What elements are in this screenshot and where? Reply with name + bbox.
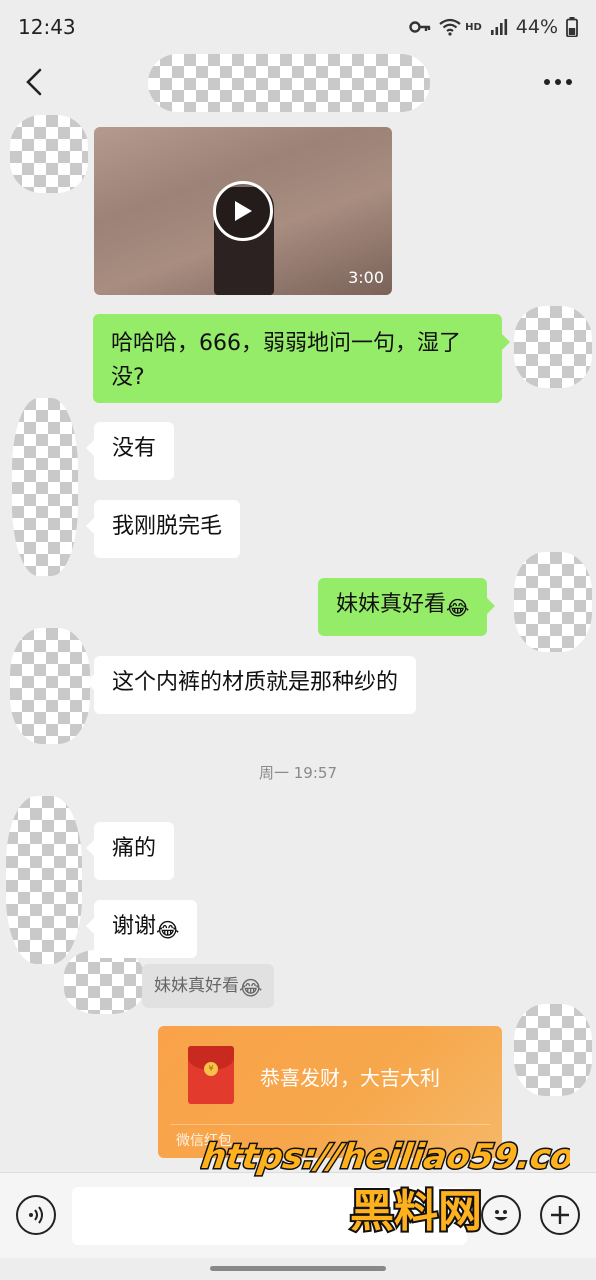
message-text: 痛的	[112, 836, 157, 861]
message-text: 这个内裤的材质就是那种纱的	[112, 670, 399, 695]
message-incoming[interactable]: 谢谢😂	[85, 900, 198, 958]
message-text: 没有	[112, 436, 157, 461]
message-outgoing[interactable]: 哈哈哈，666，弱弱地问一句，湿了没?	[93, 314, 510, 403]
signal-icon	[490, 19, 507, 35]
battery-percent: 44%	[515, 16, 558, 38]
message-outgoing[interactable]: 妹妹真好看😂	[318, 578, 496, 636]
chevron-left-icon	[26, 68, 42, 96]
watermark-name: 黑料网	[350, 1186, 482, 1237]
back-button[interactable]	[14, 60, 54, 104]
voice-icon	[29, 1206, 43, 1224]
chat-timestamp: 周一 19:57	[259, 764, 337, 782]
message-text: 谢谢	[112, 914, 157, 939]
avatar-contact[interactable]	[10, 628, 90, 744]
message-incoming[interactable]: 这个内裤的材质就是那种纱的	[85, 656, 417, 714]
chat-title-redacted	[148, 54, 430, 112]
status-time: 12:43	[18, 15, 76, 39]
key-icon	[409, 21, 431, 33]
message-incoming[interactable]: 没有	[85, 422, 175, 480]
home-indicator	[210, 1266, 386, 1271]
red-packet-title: 恭喜发财，大吉大利	[260, 1066, 440, 1090]
watermark-url: https://heiliao59.com	[200, 1137, 570, 1177]
avatar-self[interactable]	[514, 1004, 592, 1096]
video-message[interactable]: 3:00	[94, 127, 392, 295]
message-text: 我刚脱完毛	[112, 514, 223, 539]
play-icon	[235, 201, 252, 221]
more-button[interactable]	[538, 64, 578, 100]
network-label: HD	[465, 21, 482, 33]
red-packet-divider	[170, 1124, 490, 1125]
avatar-contact[interactable]	[10, 115, 88, 193]
watermark-logo: https://heiliao59.com 黑料网	[200, 1136, 570, 1239]
avatar-self[interactable]	[514, 306, 592, 388]
more-dots-icon	[544, 79, 572, 85]
avatar-contact[interactable]	[6, 796, 82, 964]
laugh-cry-emoji-icon: 😂	[446, 596, 470, 620]
laugh-cry-emoji-icon: 😂	[239, 976, 263, 1000]
message-incoming[interactable]: 痛的	[85, 822, 175, 880]
battery-icon	[566, 17, 578, 37]
red-envelope-icon: ¥	[188, 1046, 234, 1104]
status-icons: HD 44%	[409, 16, 578, 38]
avatar-contact[interactable]	[12, 398, 78, 576]
message-text: 哈哈哈，666，弱弱地问一句，湿了没?	[111, 331, 461, 390]
laugh-cry-emoji-icon: 😂	[156, 918, 180, 942]
avatar-self[interactable]	[514, 552, 592, 652]
avatar-quote-redacted	[64, 950, 144, 1014]
wifi-icon	[439, 18, 461, 36]
status-bar: 12:43 HD 44%	[0, 0, 596, 54]
video-duration: 3:00	[348, 268, 384, 287]
quoted-message[interactable]: 妹妹真好看😂	[142, 964, 275, 1008]
voice-button[interactable]	[16, 1195, 56, 1235]
message-text: 妹妹真好看	[336, 592, 447, 617]
message-incoming[interactable]: 我刚脱完毛	[85, 500, 241, 558]
play-button[interactable]	[213, 181, 273, 241]
quoted-text: 妹妹真好看	[154, 976, 239, 996]
chat-header	[0, 54, 596, 114]
